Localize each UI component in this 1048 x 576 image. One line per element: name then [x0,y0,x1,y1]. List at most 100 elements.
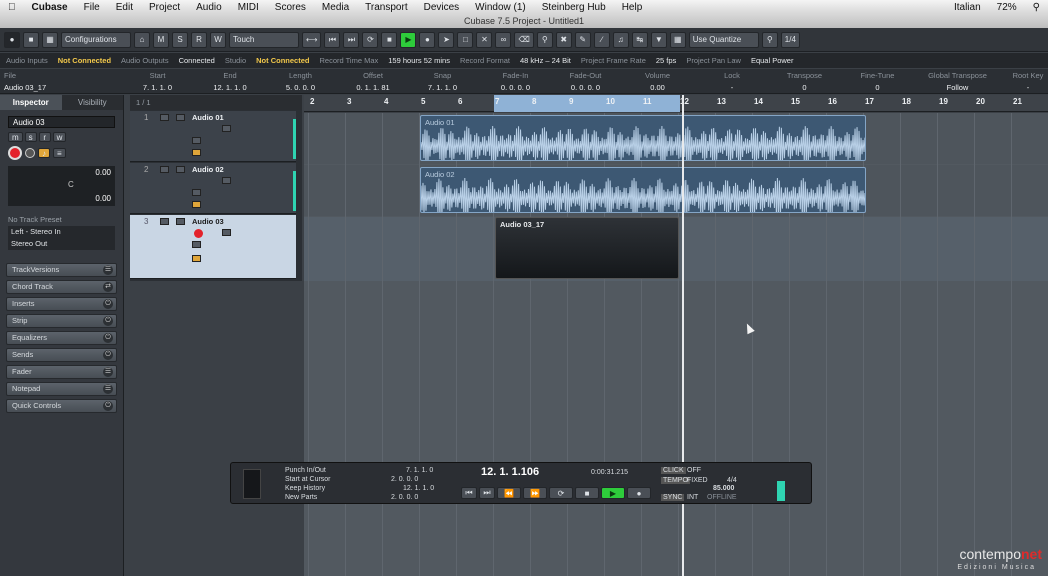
section-sends[interactable]: Sends ⏻ [6,348,117,362]
info-fine-tune[interactable]: Fine-Tune 0 [855,71,900,92]
info-root-key[interactable]: Root Key - [1010,71,1046,92]
section-chord-track[interactable]: Chord Track ⇄ [6,280,117,294]
stop-button[interactable]: ■ [381,31,398,48]
go-to-start-button[interactable]: ⏮ [324,31,341,48]
tab-inspector[interactable]: Inspector [0,95,62,110]
cycle-button[interactable]: ⟳ [362,31,379,48]
output-routing[interactable]: Stereo Out [8,238,115,250]
home-icon[interactable]: ⌂ [134,31,150,48]
inspector-fader-area[interactable]: 0.00 C 0.00 [8,166,115,206]
pan-law-value[interactable]: Equal Power [751,56,794,65]
section-fader[interactable]: Fader ☰ [6,365,117,379]
menu-window[interactable]: Window (1) [467,2,534,13]
read-button[interactable] [222,177,231,184]
track-name[interactable]: Audio 01 [192,113,224,122]
quantize-value-select[interactable]: 1/4 [780,31,800,48]
play-button[interactable]: ▶ [601,487,625,499]
studio-status[interactable]: Not Connected [256,56,309,65]
automation-mode-select[interactable]: Touch [229,31,299,48]
menu-help[interactable]: Help [614,2,651,13]
go-to-end-button[interactable]: ⏭ [343,31,360,48]
menu-midi[interactable]: MIDI [230,2,267,13]
language-indicator[interactable]: Italian [946,2,989,13]
mute-button[interactable] [160,114,169,121]
play-button[interactable]: ▶ [400,31,417,48]
write-all-button[interactable]: W [210,31,226,48]
menu-file[interactable]: File [76,2,108,13]
mute-button[interactable] [160,218,169,225]
lane-button[interactable]: ≡ [53,148,66,158]
autoscroll-button[interactable]: ⟷ [302,31,322,48]
info-start[interactable]: Start 7. 1. 1. 0 [135,71,180,92]
sync-button[interactable]: SYNC [661,494,685,501]
window-layout-button[interactable]: ▦ [42,31,58,48]
menu-project[interactable]: Project [141,2,188,13]
info-offset[interactable]: Offset 0. 1. 1. 81 [348,71,398,92]
start-at-cursor-label[interactable]: Start at Cursor [285,476,331,483]
cycle-range[interactable] [494,95,680,112]
menu-audio[interactable]: Audio [188,2,230,13]
info-volume[interactable]: Volume 0.00 [635,71,680,92]
activate-project-button[interactable]: ● [4,31,20,48]
menu-media[interactable]: Media [314,2,357,13]
record-enable-button[interactable] [8,146,22,160]
read-button[interactable] [222,229,231,236]
snap-toggle[interactable]: ↹ [631,31,648,48]
post-roll-value[interactable]: 2. 0. 0. 0 [391,494,418,501]
section-inserts[interactable]: Inserts ⏻ [6,297,117,311]
info-file[interactable]: File Audio 03_17 [4,71,64,92]
audio-event-audio-03-17[interactable]: Audio 03_17 [495,217,679,279]
tempo-value[interactable]: 85.000 [713,485,734,492]
project-arrange-area[interactable]: Audio 01 Audio 02 Audio 03_17 [304,113,1048,576]
menu-devices[interactable]: Devices [416,2,468,13]
read-all-button[interactable]: R [191,31,207,48]
section-quick-controls[interactable]: Quick Controls ⏻ [6,399,117,413]
frame-rate-value[interactable]: 25 fps [656,56,676,65]
record-format-value[interactable]: 48 kHz – 24 Bit [520,56,571,65]
solo-button[interactable] [176,218,185,225]
info-fade-out[interactable]: Fade-Out 0. 0. 0. 0 [563,71,608,92]
timebase-button[interactable] [192,149,201,156]
record-button[interactable]: ● [627,487,651,499]
glue-tool[interactable]: ∞ [495,31,512,48]
section-track-versions[interactable]: TrackVersions ☰ [6,263,117,277]
timeline-ruler[interactable]: 2 3 4 5 6 7 8 9 10 11 12 13 14 15 16 17 … [304,95,1048,112]
info-transpose[interactable]: Transpose 0 [782,71,827,92]
solo-button[interactable] [176,114,185,121]
zoom-tool[interactable]: ⚲ [536,31,553,48]
line-tool[interactable]: ∕ [593,31,610,48]
snap-type-select[interactable]: ▼ [650,31,667,48]
mute-tool[interactable]: ✖ [555,31,572,48]
erase-tool[interactable]: ⌫ [514,31,534,48]
menu-edit[interactable]: Edit [108,2,141,13]
use-quantize-select[interactable]: Use Quantize [688,31,759,48]
mute-all-button[interactable]: M [153,31,169,48]
track-row-audio-02[interactable]: 2 Audio 02 [130,163,296,214]
menu-transport[interactable]: Transport [357,2,415,13]
new-parts-label[interactable]: New Parts [285,494,317,501]
solo-button[interactable]: s [24,132,37,142]
track-name[interactable]: Audio 03 [192,217,224,226]
grid-type-select[interactable]: ▦ [669,31,686,48]
rewind-button[interactable]: ⏪ [497,487,521,499]
monitor-button[interactable] [25,148,35,158]
search-icon[interactable]: ⚲ [1025,2,1048,13]
section-equalizers[interactable]: Equalizers ⏻ [6,331,117,345]
write-button[interactable]: w [52,132,67,142]
pre-roll-value[interactable]: 2. 0. 0. 0 [391,476,418,483]
audio-event-audio-01[interactable]: Audio 01 [420,115,866,161]
left-locator[interactable]: 7. 1. 1. 0 [406,467,433,474]
go-to-end-button[interactable]: ⏭ [479,487,495,499]
monitor-button[interactable] [192,189,201,196]
info-global-transpose[interactable]: Global Transpose Follow [920,71,995,92]
monitor-button[interactable] [192,241,201,248]
fast-forward-button[interactable]: ⏩ [523,487,547,499]
input-routing[interactable]: Left - Stereo In [8,226,115,238]
timebase-button[interactable] [192,255,201,262]
split-tool[interactable]: ✕ [476,31,493,48]
section-notepad[interactable]: Notepad ☰ [6,382,117,396]
track-row-audio-01[interactable]: 1 Audio 01 [130,111,296,162]
battery-indicator[interactable]: 72% [989,2,1025,13]
audio-event-audio-02[interactable]: Audio 02 [420,167,866,213]
monitor-button[interactable] [192,137,201,144]
